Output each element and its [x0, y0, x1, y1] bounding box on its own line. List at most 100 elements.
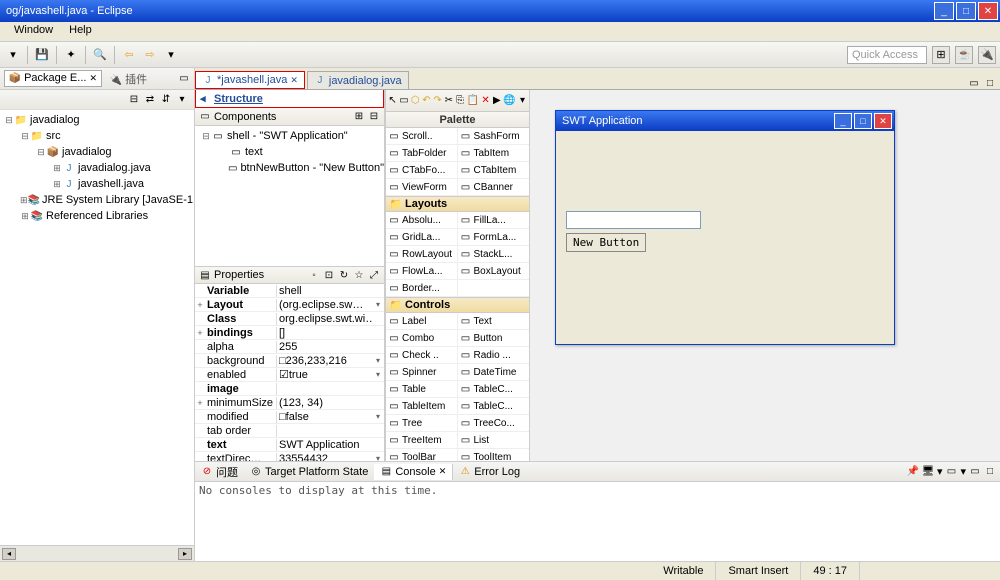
palette-item[interactable]: ▭Tree	[386, 415, 458, 431]
prop-tool-1-icon[interactable]: ◦	[308, 269, 320, 281]
property-row[interactable]: textSWT Application	[195, 438, 384, 452]
link-icon[interactable]: ⇄	[144, 94, 156, 106]
component-row[interactable]: ▭text	[195, 144, 384, 160]
tab-error-log[interactable]: ⚠Error Log	[453, 464, 526, 480]
maximize-button[interactable]: □	[956, 2, 976, 20]
quick-access-input[interactable]: Quick Access	[847, 46, 927, 64]
components-tree[interactable]: ⊟▭shell - "SWT Application"▭text▭btnNewB…	[195, 126, 384, 266]
scroll-left-icon[interactable]: ◂	[2, 548, 16, 560]
close-icon[interactable]: ✕	[290, 75, 298, 86]
palette-item[interactable]: ▭RowLayout	[386, 246, 458, 262]
palette-item[interactable]: ▭TabItem	[458, 145, 530, 161]
console-pin-icon[interactable]: 📌	[907, 465, 919, 477]
pal-tool-icon[interactable]: ⬡	[411, 94, 420, 108]
palette-item[interactable]: ▭TabFolder	[386, 145, 458, 161]
star-icon[interactable]: ✦	[62, 46, 80, 64]
menu-help[interactable]: Help	[61, 22, 100, 41]
pal-paste-icon[interactable]: 📋	[467, 94, 479, 108]
console-display-icon[interactable]: 🖥	[922, 465, 934, 477]
plugins-tab[interactable]: 🔌 插件	[106, 70, 151, 88]
swt-minimize-button[interactable]: _	[834, 113, 852, 129]
property-row[interactable]: tab order	[195, 424, 384, 438]
property-row[interactable]: alpha255	[195, 340, 384, 354]
pal-cut-icon[interactable]: ✂	[444, 94, 453, 108]
palette-item[interactable]: ▭SashForm	[458, 128, 530, 144]
palette-item[interactable]: ▭Text	[458, 313, 530, 329]
property-row[interactable]: Classorg.eclipse.swt.wi…	[195, 312, 384, 326]
save-icon[interactable]: 💾	[33, 46, 51, 64]
pal-globe-icon[interactable]: 🌐	[503, 94, 515, 108]
search-icon[interactable]: 🔍	[91, 46, 109, 64]
tree-row[interactable]: ⊞📚Referenced Libraries	[0, 208, 194, 224]
menu-icon[interactable]: ▾	[176, 94, 188, 106]
dropdown-icon[interactable]: ▾	[162, 46, 180, 64]
palette-item[interactable]: ▭FillLa...	[458, 212, 530, 228]
tree-row[interactable]: ⊞📚JRE System Library [JavaSE-1…	[0, 192, 194, 208]
palette-item[interactable]: ▭FlowLa...	[386, 263, 458, 279]
tree-row[interactable]: ⊟📁src	[0, 128, 194, 144]
minimize-view-icon[interactable]: ▭	[178, 73, 190, 85]
palette-item[interactable]: ▭Check ..	[386, 347, 458, 363]
swt-application-window[interactable]: SWT Application _ □ ✕ New Button	[555, 110, 895, 345]
tree-row[interactable]: ⊟📁javadialog	[0, 112, 194, 128]
pal-dd-icon[interactable]: ▾	[518, 94, 527, 108]
perspective-java-icon[interactable]: ☕	[955, 46, 973, 64]
horizontal-scrollbar[interactable]: ◂ ▸	[0, 545, 194, 561]
property-row[interactable]: +minimumSize(123, 34)	[195, 396, 384, 410]
collapse-icon[interactable]: ⊟	[128, 94, 140, 106]
component-row[interactable]: ⊟▭shell - "SWT Application"	[195, 128, 384, 144]
palette-item[interactable]: ▭TableC...	[458, 398, 530, 414]
perspective-plugin-icon[interactable]: 🔌	[978, 46, 996, 64]
swt-maximize-button[interactable]: □	[854, 113, 872, 129]
package-explorer-tab[interactable]: 📦 Package E... ✕	[4, 70, 102, 87]
tree-row[interactable]: ⊞Jjavashell.java	[0, 176, 194, 192]
perspective-open-icon[interactable]: ⊞	[932, 46, 950, 64]
swt-text-input[interactable]	[566, 211, 701, 229]
minimize-button[interactable]: _	[934, 2, 954, 20]
console-min-icon[interactable]: ▭	[969, 465, 981, 477]
editor-tab[interactable]: Jjavadialog.java	[307, 71, 409, 89]
tree-row[interactable]: ⊟📦javadialog	[0, 144, 194, 160]
pal-test-icon[interactable]: ▶	[492, 94, 501, 108]
pal-delete-icon[interactable]: ✕	[481, 94, 490, 108]
palette-item[interactable]: ▭CBanner	[458, 179, 530, 195]
palette-item[interactable]: ▭Button	[458, 330, 530, 346]
pal-copy-icon[interactable]: ⎘	[455, 94, 464, 108]
palette-item[interactable]: ▭Scroll..	[386, 128, 458, 144]
tab-console[interactable]: ▤Console ✕	[374, 464, 453, 480]
editor-min-icon[interactable]: ▭	[968, 77, 980, 89]
property-row[interactable]: +bindings[]	[195, 326, 384, 340]
tab-problems[interactable]: ⊘问题	[195, 462, 244, 482]
prop-tool-3-icon[interactable]: ↻	[338, 269, 350, 281]
console-new-icon[interactable]: ▭	[945, 465, 957, 477]
palette-item[interactable]: ▭TableC...	[458, 381, 530, 397]
property-row[interactable]: background□236,233,216▾	[195, 354, 384, 368]
property-row[interactable]: image	[195, 382, 384, 396]
console-max-icon[interactable]: □	[984, 465, 996, 477]
new-icon[interactable]: ▾	[4, 46, 22, 64]
pal-redo-icon[interactable]: ↷	[433, 94, 442, 108]
palette-item[interactable]: ▭DateTime	[458, 364, 530, 380]
scroll-right-icon[interactable]: ▸	[178, 548, 192, 560]
pal-undo-icon[interactable]: ↶	[422, 94, 431, 108]
palette-item[interactable]: ▭TreeItem	[386, 432, 458, 448]
palette-item[interactable]: ▭List	[458, 432, 530, 448]
close-button[interactable]: ✕	[978, 2, 998, 20]
palette-item[interactable]: ▭StackL...	[458, 246, 530, 262]
palette-item[interactable]: ▭Table	[386, 381, 458, 397]
palette-item[interactable]: ▭ViewForm	[386, 179, 458, 195]
prop-tool-5-icon[interactable]: ⤢	[368, 269, 380, 281]
property-row[interactable]: enabled☑true▾	[195, 368, 384, 382]
palette-item[interactable]: ▭CTabFo...	[386, 162, 458, 178]
package-tree[interactable]: ⊟📁javadialog⊟📁src⊟📦javadialog⊞Jjavadialo…	[0, 110, 194, 545]
close-icon[interactable]: ✕	[90, 73, 98, 83]
palette-item[interactable]: ▭Combo	[386, 330, 458, 346]
palette-item[interactable]: ▭Border...	[386, 280, 458, 296]
prop-tool-2-icon[interactable]: ⊡	[323, 269, 335, 281]
tree-row[interactable]: ⊞Jjavadialog.java	[0, 160, 194, 176]
prop-tool-4-icon[interactable]: ☆	[353, 269, 365, 281]
property-row[interactable]: +Layout(org.eclipse.sw…▾	[195, 298, 384, 312]
palette-item[interactable]: ▭Spinner	[386, 364, 458, 380]
palette-item[interactable]: ▭Absolu...	[386, 212, 458, 228]
palette-item[interactable]: ▭Label	[386, 313, 458, 329]
